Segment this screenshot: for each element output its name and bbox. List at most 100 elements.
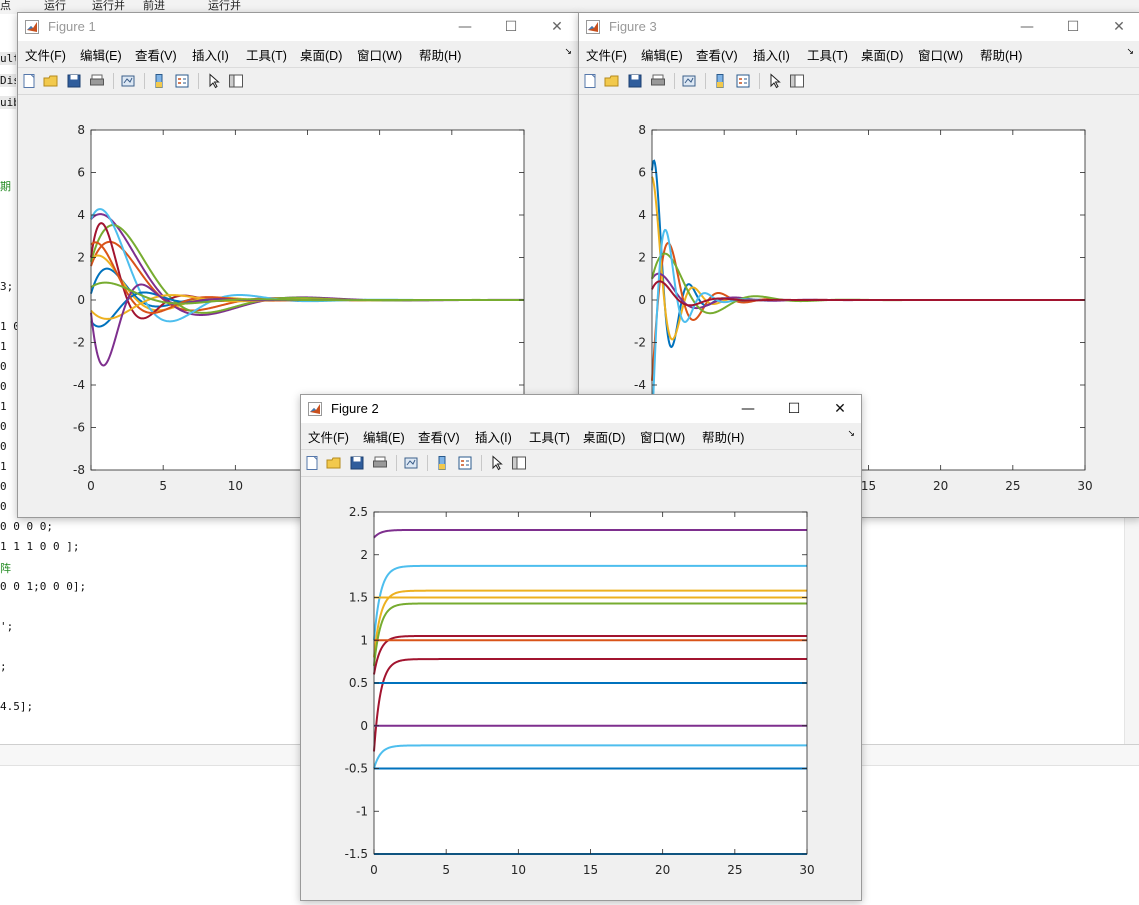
property-inspector-icon[interactable] (228, 73, 244, 89)
toolstrip-run-advance-label[interactable]: 运行并 (92, 0, 125, 12)
menu-item[interactable]: 帮助(H) (702, 427, 744, 446)
plot-area[interactable]: 2.5 2 1.5 1 0.5 0 -0.5 -1 -1.5 0 5 10 15 20 25 30 (301, 477, 861, 900)
open-file-icon[interactable] (326, 455, 342, 471)
minimize-button[interactable]: — (1004, 13, 1050, 41)
title-bar[interactable]: Figure 2 — ☐ ✕ (301, 395, 861, 423)
print-icon[interactable] (89, 73, 105, 89)
maximize-button[interactable]: ☐ (771, 395, 817, 423)
close-button[interactable]: ✕ (817, 395, 863, 423)
code-line[interactable]: 0 0 1;0 0 0]; (0, 580, 86, 593)
new-figure-icon[interactable] (304, 455, 320, 471)
toolstrip-advance-label[interactable]: 前进 (143, 0, 165, 12)
code-line[interactable]: ; (0, 660, 7, 673)
menu-item[interactable]: 帮助(H) (980, 45, 1022, 64)
open-file-icon[interactable] (43, 73, 59, 89)
menu-item[interactable]: 工具(T) (246, 45, 287, 64)
menu-item[interactable]: 编辑(E) (80, 45, 122, 64)
print-icon[interactable] (650, 73, 666, 89)
menu-item[interactable]: 工具(T) (529, 427, 570, 446)
code-line[interactable]: 0 (0, 440, 7, 453)
menu-item[interactable]: 桌面(D) (583, 427, 625, 446)
save-icon[interactable] (349, 455, 365, 471)
edit-plot-icon[interactable] (206, 73, 222, 89)
toolstrip-run-label[interactable]: 运行 (44, 0, 66, 12)
menu-item[interactable]: 窗口(W) (918, 45, 963, 64)
property-inspector-icon[interactable] (511, 455, 527, 471)
title-bar[interactable]: Figure 1 — ☐ ✕ (18, 13, 578, 41)
minimize-button[interactable]: — (442, 13, 488, 41)
menu-bar: 文件(F) 编辑(E) 查看(V) 插入(I) 工具(T) 桌面(D) 窗口(W) 帮助(H)… (579, 42, 1139, 64)
menu-expand-icon[interactable]: ↘ (564, 47, 572, 57)
code-line[interactable]: 0 (0, 480, 7, 493)
menu-item[interactable]: 查看(V) (418, 427, 460, 446)
menu-item[interactable]: 文件(F) (308, 427, 349, 446)
edit-plot-icon[interactable] (489, 455, 505, 471)
open-file-icon[interactable] (604, 73, 620, 89)
property-inspector-icon[interactable] (789, 73, 805, 89)
menu-expand-icon[interactable]: ↘ (1126, 47, 1134, 57)
code-line[interactable]: 0 (0, 500, 7, 513)
menu-item[interactable]: 工具(T) (807, 45, 848, 64)
edit-plot-icon[interactable] (767, 73, 783, 89)
code-line[interactable]: 0 0 0 0; (0, 520, 53, 533)
x-tick-label: 30 (799, 863, 814, 877)
save-icon[interactable] (66, 73, 82, 89)
code-line[interactable]: 0 (0, 360, 7, 373)
title-bar[interactable]: Figure 3 — ☐ ✕ (579, 13, 1139, 41)
new-figure-icon[interactable] (582, 73, 598, 89)
code-line[interactable]: 0 (0, 420, 7, 433)
code-line[interactable]: 期 (0, 178, 11, 194)
menu-item[interactable]: 桌面(D) (300, 45, 342, 64)
side-panel-tab[interactable]: uib (0, 96, 16, 109)
print-icon[interactable] (372, 455, 388, 471)
menu-item[interactable]: 插入(I) (192, 45, 229, 64)
code-line[interactable]: 1 (0, 460, 7, 473)
menu-item[interactable]: 编辑(E) (641, 45, 683, 64)
code-line[interactable]: 1 (0, 340, 7, 353)
insert-colorbar-icon[interactable] (712, 73, 728, 89)
menu-item[interactable]: 查看(V) (135, 45, 177, 64)
link-plot-icon[interactable] (403, 455, 419, 471)
toolstrip-run-time-label[interactable]: 运行并 (208, 0, 241, 12)
new-figure-icon[interactable] (21, 73, 37, 89)
code-line[interactable]: 3; (0, 280, 13, 293)
figure-toolbar (18, 67, 578, 95)
menu-item[interactable]: 窗口(W) (640, 427, 685, 446)
menu-item[interactable]: 插入(I) (753, 45, 790, 64)
code-line[interactable]: 阵 (0, 560, 11, 576)
close-button[interactable]: ✕ (534, 13, 580, 41)
minimize-button[interactable]: — (725, 395, 771, 423)
figure-2-window[interactable]: Figure 2 — ☐ ✕ 文件(F) 编辑(E) 查看(V) 插入(I) 工具(T) 桌面(D… (300, 394, 862, 901)
code-line[interactable]: 0 (0, 380, 7, 393)
menu-item[interactable]: 编辑(E) (363, 427, 405, 446)
menu-item[interactable]: 窗口(W) (357, 45, 402, 64)
code-line[interactable]: 1 1 1 0 0 ]; (0, 540, 79, 553)
axes[interactable]: 2.521.510.50-0.5-1-1.50 5 10 15 20 25 30 (301, 477, 861, 900)
maximize-button[interactable]: ☐ (1050, 13, 1096, 41)
y-tick-label: 0 (360, 719, 368, 733)
menu-item[interactable]: 文件(F) (586, 45, 627, 64)
link-plot-icon[interactable] (120, 73, 136, 89)
code-line[interactable]: 4.5]; (0, 700, 33, 713)
insert-colorbar-icon[interactable] (151, 73, 167, 89)
maximize-button[interactable]: ☐ (488, 13, 534, 41)
menu-item[interactable]: 插入(I) (475, 427, 512, 446)
menu-expand-icon[interactable]: ↘ (847, 429, 855, 439)
insert-legend-icon[interactable] (735, 73, 751, 89)
menu-item[interactable]: 查看(V) (696, 45, 738, 64)
menu-item[interactable]: 文件(F) (25, 45, 66, 64)
link-plot-icon[interactable] (681, 73, 697, 89)
code-line[interactable]: 1 (0, 400, 7, 413)
close-button[interactable]: ✕ (1096, 13, 1139, 41)
toolbar-separator (674, 73, 675, 89)
insert-legend-icon[interactable] (174, 73, 190, 89)
save-icon[interactable] (627, 73, 643, 89)
code-line[interactable]: '; (0, 620, 13, 633)
menu-item[interactable]: 帮助(H) (419, 45, 461, 64)
insert-legend-icon[interactable] (457, 455, 473, 471)
side-panel-tab[interactable]: ult (0, 52, 16, 65)
menu-item[interactable]: 桌面(D) (861, 45, 903, 64)
insert-colorbar-icon[interactable] (434, 455, 450, 471)
toolstrip-breakpoint-label[interactable]: 点 (0, 0, 11, 12)
side-panel-tab[interactable]: Dis (0, 74, 16, 87)
